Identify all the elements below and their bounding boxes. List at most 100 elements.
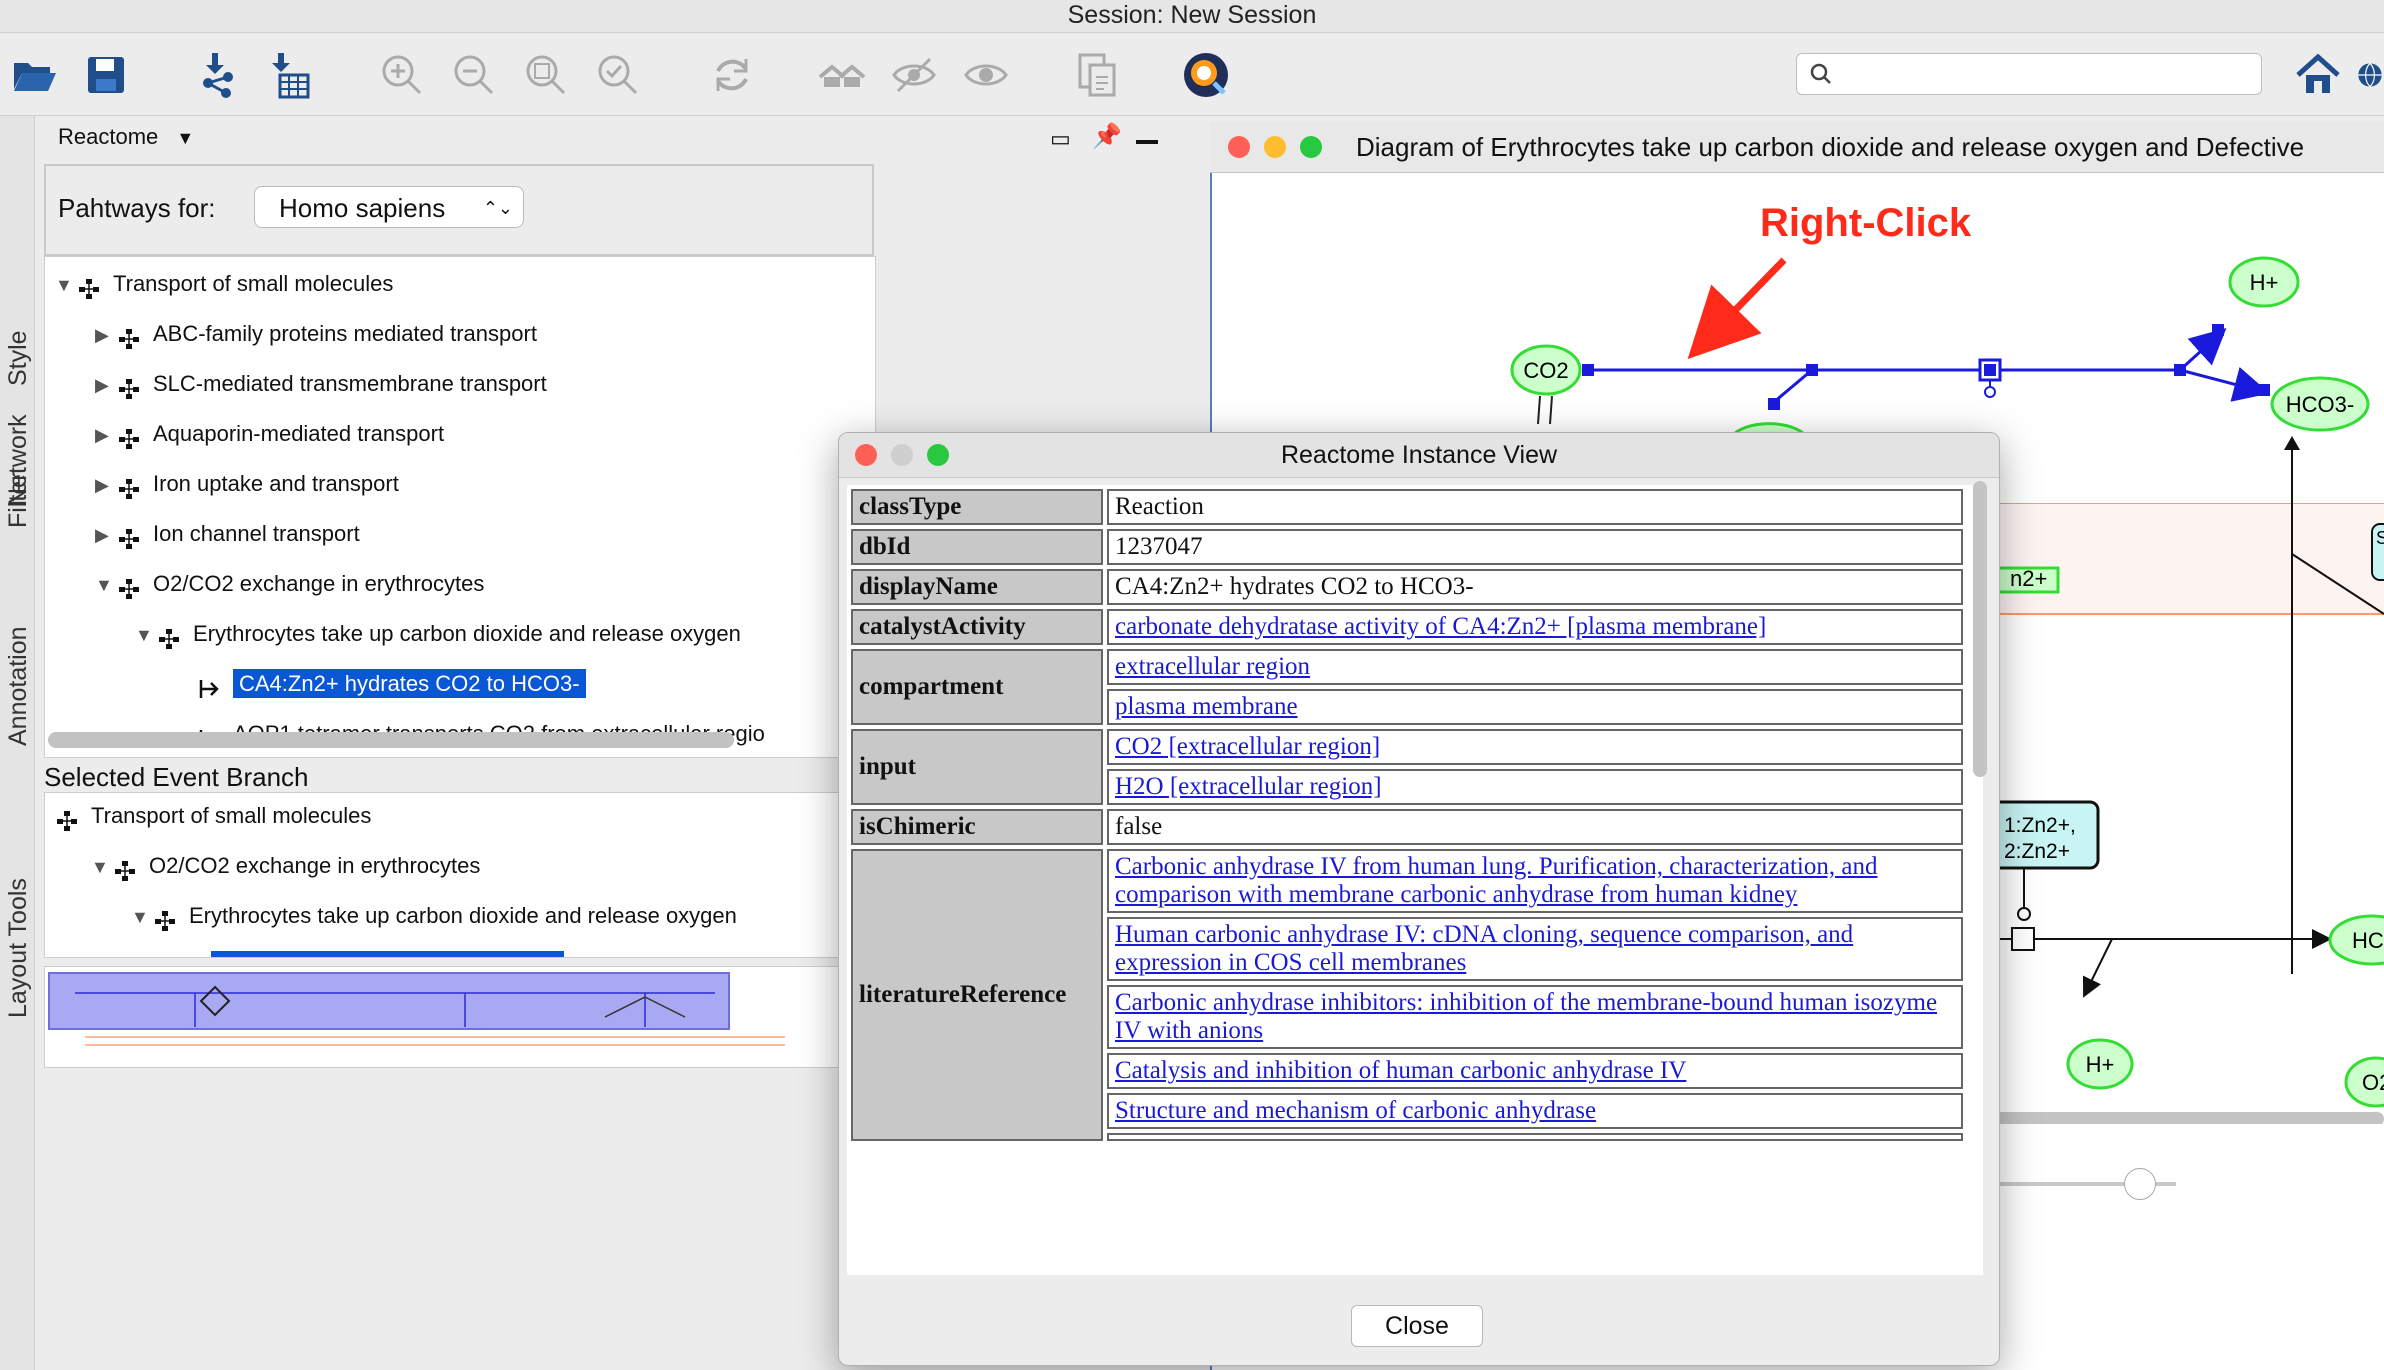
tree-row[interactable]: ▼ Transport of small molecules xyxy=(55,265,393,303)
attribute-value[interactable]: carbonate dehydratase activity of CA4:Zn… xyxy=(1107,609,1963,645)
tree-row[interactable]: ▶ Ion channel transport xyxy=(95,515,360,553)
expand-triangle-icon[interactable]: ▶ xyxy=(95,366,117,404)
tree-row[interactable]: ▶ SLC-mediated transmembrane transport xyxy=(95,365,547,403)
edge-handle[interactable] xyxy=(2212,324,2224,336)
collapse-triangle-icon[interactable]: ▼ xyxy=(91,848,113,886)
attribute-value[interactable]: Carbonic anhydrase IV from human lung. P… xyxy=(1107,849,1963,913)
svg-text:1:Zn2+,: 1:Zn2+, xyxy=(2004,814,2076,837)
collapse-triangle-icon[interactable]: ▼ xyxy=(135,616,157,654)
attribute-value[interactable]: extracellular region xyxy=(1107,649,1963,685)
attribute-value[interactable]: plasma membrane xyxy=(1107,689,1963,725)
edge-handle[interactable] xyxy=(2258,384,2270,396)
close-window-icon[interactable] xyxy=(1228,136,1250,158)
save-icon[interactable] xyxy=(80,51,132,99)
attribute-link[interactable]: Structure and mechanism of carbonic anhy… xyxy=(1115,1097,1596,1124)
pathways-label: Pahtways for: xyxy=(58,193,216,223)
import-table-icon[interactable] xyxy=(262,51,314,99)
svg-text:HCO: HCO xyxy=(2352,928,2384,953)
zoom-out-icon[interactable] xyxy=(448,51,500,99)
tree-row[interactable]: ▼ O2/CO2 exchange in erythrocytes xyxy=(95,565,484,603)
hco-node-edge[interactable]: HCO xyxy=(2328,914,2384,966)
collapse-triangle-icon[interactable]: ▼ xyxy=(131,898,153,936)
instance-view-dialog: Reactome Instance View classType Reaction… xyxy=(838,432,2000,1366)
new-document-icon[interactable] xyxy=(1070,51,1122,99)
tree-horizontal-scrollbar[interactable] xyxy=(48,732,734,748)
attribute-link[interactable]: CO2 [extracellular region] xyxy=(1115,733,1380,760)
edge-handle[interactable] xyxy=(2174,364,2186,376)
dialog-vertical-scrollbar[interactable] xyxy=(1973,481,1987,777)
home-network-icon[interactable] xyxy=(816,51,868,99)
expand-triangle-icon[interactable]: ▶ xyxy=(95,466,117,504)
reactome-app-icon[interactable] xyxy=(1180,51,1232,99)
tree-row[interactable]: CA4:Zn2+ hydrates CO2 to HCO3- xyxy=(175,665,586,703)
collapse-triangle-icon[interactable]: ▼ xyxy=(95,566,117,604)
tree-row[interactable]: ▶ ABC-family proteins mediated transport xyxy=(95,315,537,353)
dialog-maximize-dot-icon[interactable] xyxy=(927,444,949,466)
hplus-top-node[interactable]: H+ xyxy=(2228,256,2300,308)
globe-icon[interactable] xyxy=(2356,51,2384,99)
branch-row[interactable]: CA4:Zn2+ hydrates CO2 to HCO3- xyxy=(171,947,564,957)
diagram-overview[interactable] xyxy=(44,966,876,1068)
catalyst-link[interactable] xyxy=(1984,386,1996,398)
reaction-node-lower[interactable] xyxy=(2011,927,2035,951)
refresh-icon[interactable] xyxy=(706,51,758,99)
output-edge[interactable] xyxy=(2179,366,2270,402)
expand-triangle-icon[interactable]: ▶ xyxy=(95,316,117,354)
attribute-link[interactable]: Carbonic anhydrase IV from human lung. P… xyxy=(1115,853,1877,908)
hplus-bottom-node[interactable]: H+ xyxy=(2066,1038,2134,1090)
close-button[interactable]: Close xyxy=(1351,1305,1483,1347)
attribute-value[interactable]: Carbonic anhydrase inhibitors: inhibitio… xyxy=(1107,985,1963,1049)
attribute-link[interactable]: Catalysis and inhibition of human carbon… xyxy=(1115,1057,1686,1084)
o2-node-edge[interactable]: O2 xyxy=(2344,1056,2384,1108)
tree-row[interactable]: ▼ Erythrocytes take up carbon dioxide and… xyxy=(135,615,741,653)
dialog-close-dot-icon[interactable] xyxy=(855,444,877,466)
attribute-value[interactable]: Catalysis and inhibition of human carbon… xyxy=(1107,1053,1963,1089)
edge-handle[interactable] xyxy=(1768,398,1780,410)
open-folder-icon[interactable] xyxy=(8,51,60,99)
minimize-window-icon[interactable] xyxy=(1264,136,1286,158)
output-edge[interactable] xyxy=(2178,327,2227,372)
zoom-in-icon[interactable] xyxy=(376,51,428,99)
tree-row[interactable]: ▶ Iron uptake and transport xyxy=(95,465,399,503)
panel-minimize-icon[interactable] xyxy=(1136,140,1158,144)
import-network-icon[interactable] xyxy=(192,51,244,99)
collapse-triangle-icon[interactable]: ▼ xyxy=(55,266,77,304)
zoom-fit-icon[interactable] xyxy=(520,51,572,99)
attribute-value[interactable]: Human carbonic anhydrase IV: cDNA clonin… xyxy=(1107,917,1963,981)
co2-node[interactable]: CO2 xyxy=(1510,344,1582,396)
attribute-link[interactable]: extracellular region xyxy=(1115,653,1310,680)
show-icon[interactable] xyxy=(960,51,1012,99)
expand-triangle-icon[interactable]: ▶ xyxy=(95,416,117,454)
instance-table-scroll[interactable]: classType Reaction dbId 1237047 displayName C… xyxy=(847,485,1983,1275)
attribute-value[interactable]: Structure and mechanism of carbonic anhy… xyxy=(1107,1093,1963,1129)
home-icon[interactable] xyxy=(2292,51,2344,99)
attribute-link[interactable]: Human carbonic anhydrase IV: cDNA clonin… xyxy=(1115,921,1853,976)
expand-triangle-icon[interactable]: ▶ xyxy=(95,516,117,554)
tree-row[interactable]: ▶ Aquaporin-mediated transport xyxy=(95,415,444,453)
diagram-horizontal-scrollbar[interactable] xyxy=(1992,1112,2384,1124)
branch-row[interactable]: Transport of small molecules xyxy=(51,797,371,835)
hide-icon[interactable] xyxy=(888,51,940,99)
attribute-value[interactable] xyxy=(1107,1133,1963,1141)
edge-handle[interactable] xyxy=(1806,364,1818,376)
hco3-node[interactable]: HCO3- xyxy=(2270,376,2370,432)
ca-complex-node[interactable]: 1:Zn2+, 2:Zn2+ xyxy=(1990,800,2100,870)
zoom-selected-icon[interactable] xyxy=(592,51,644,99)
attribute-value[interactable]: H2O [extracellular region] xyxy=(1107,769,1963,805)
panel-title-dropdown[interactable]: Reactome ▼ xyxy=(58,124,194,150)
attribute-link[interactable]: carbonate dehydratase activity of CA4:Zn… xyxy=(1115,613,1766,640)
attribute-link[interactable]: plasma membrane xyxy=(1115,693,1298,720)
search-input[interactable] xyxy=(1796,53,2262,95)
attribute-link[interactable]: H2O [extracellular region] xyxy=(1115,773,1382,800)
branch-row[interactable]: ▼ O2/CO2 exchange in erythrocytes xyxy=(91,847,480,885)
zoom-slider-thumb[interactable] xyxy=(2124,1168,2156,1200)
attribute-value[interactable]: CO2 [extracellular region] xyxy=(1107,729,1963,765)
branch-row[interactable]: ▼ Erythrocytes take up carbon dioxide and… xyxy=(131,897,737,935)
pin-icon[interactable]: 📌 xyxy=(1092,122,1122,151)
species-select[interactable]: Homo sapiens ⌃⌄ xyxy=(254,186,524,228)
tree-row-label: Iron uptake and transport xyxy=(153,471,399,496)
edge-handle[interactable] xyxy=(1582,364,1594,376)
attribute-link[interactable]: Carbonic anhydrase inhibitors: inhibitio… xyxy=(1115,989,1937,1044)
maximize-window-icon[interactable] xyxy=(1300,136,1322,158)
panel-float-icon[interactable]: ▭ xyxy=(1050,126,1071,152)
